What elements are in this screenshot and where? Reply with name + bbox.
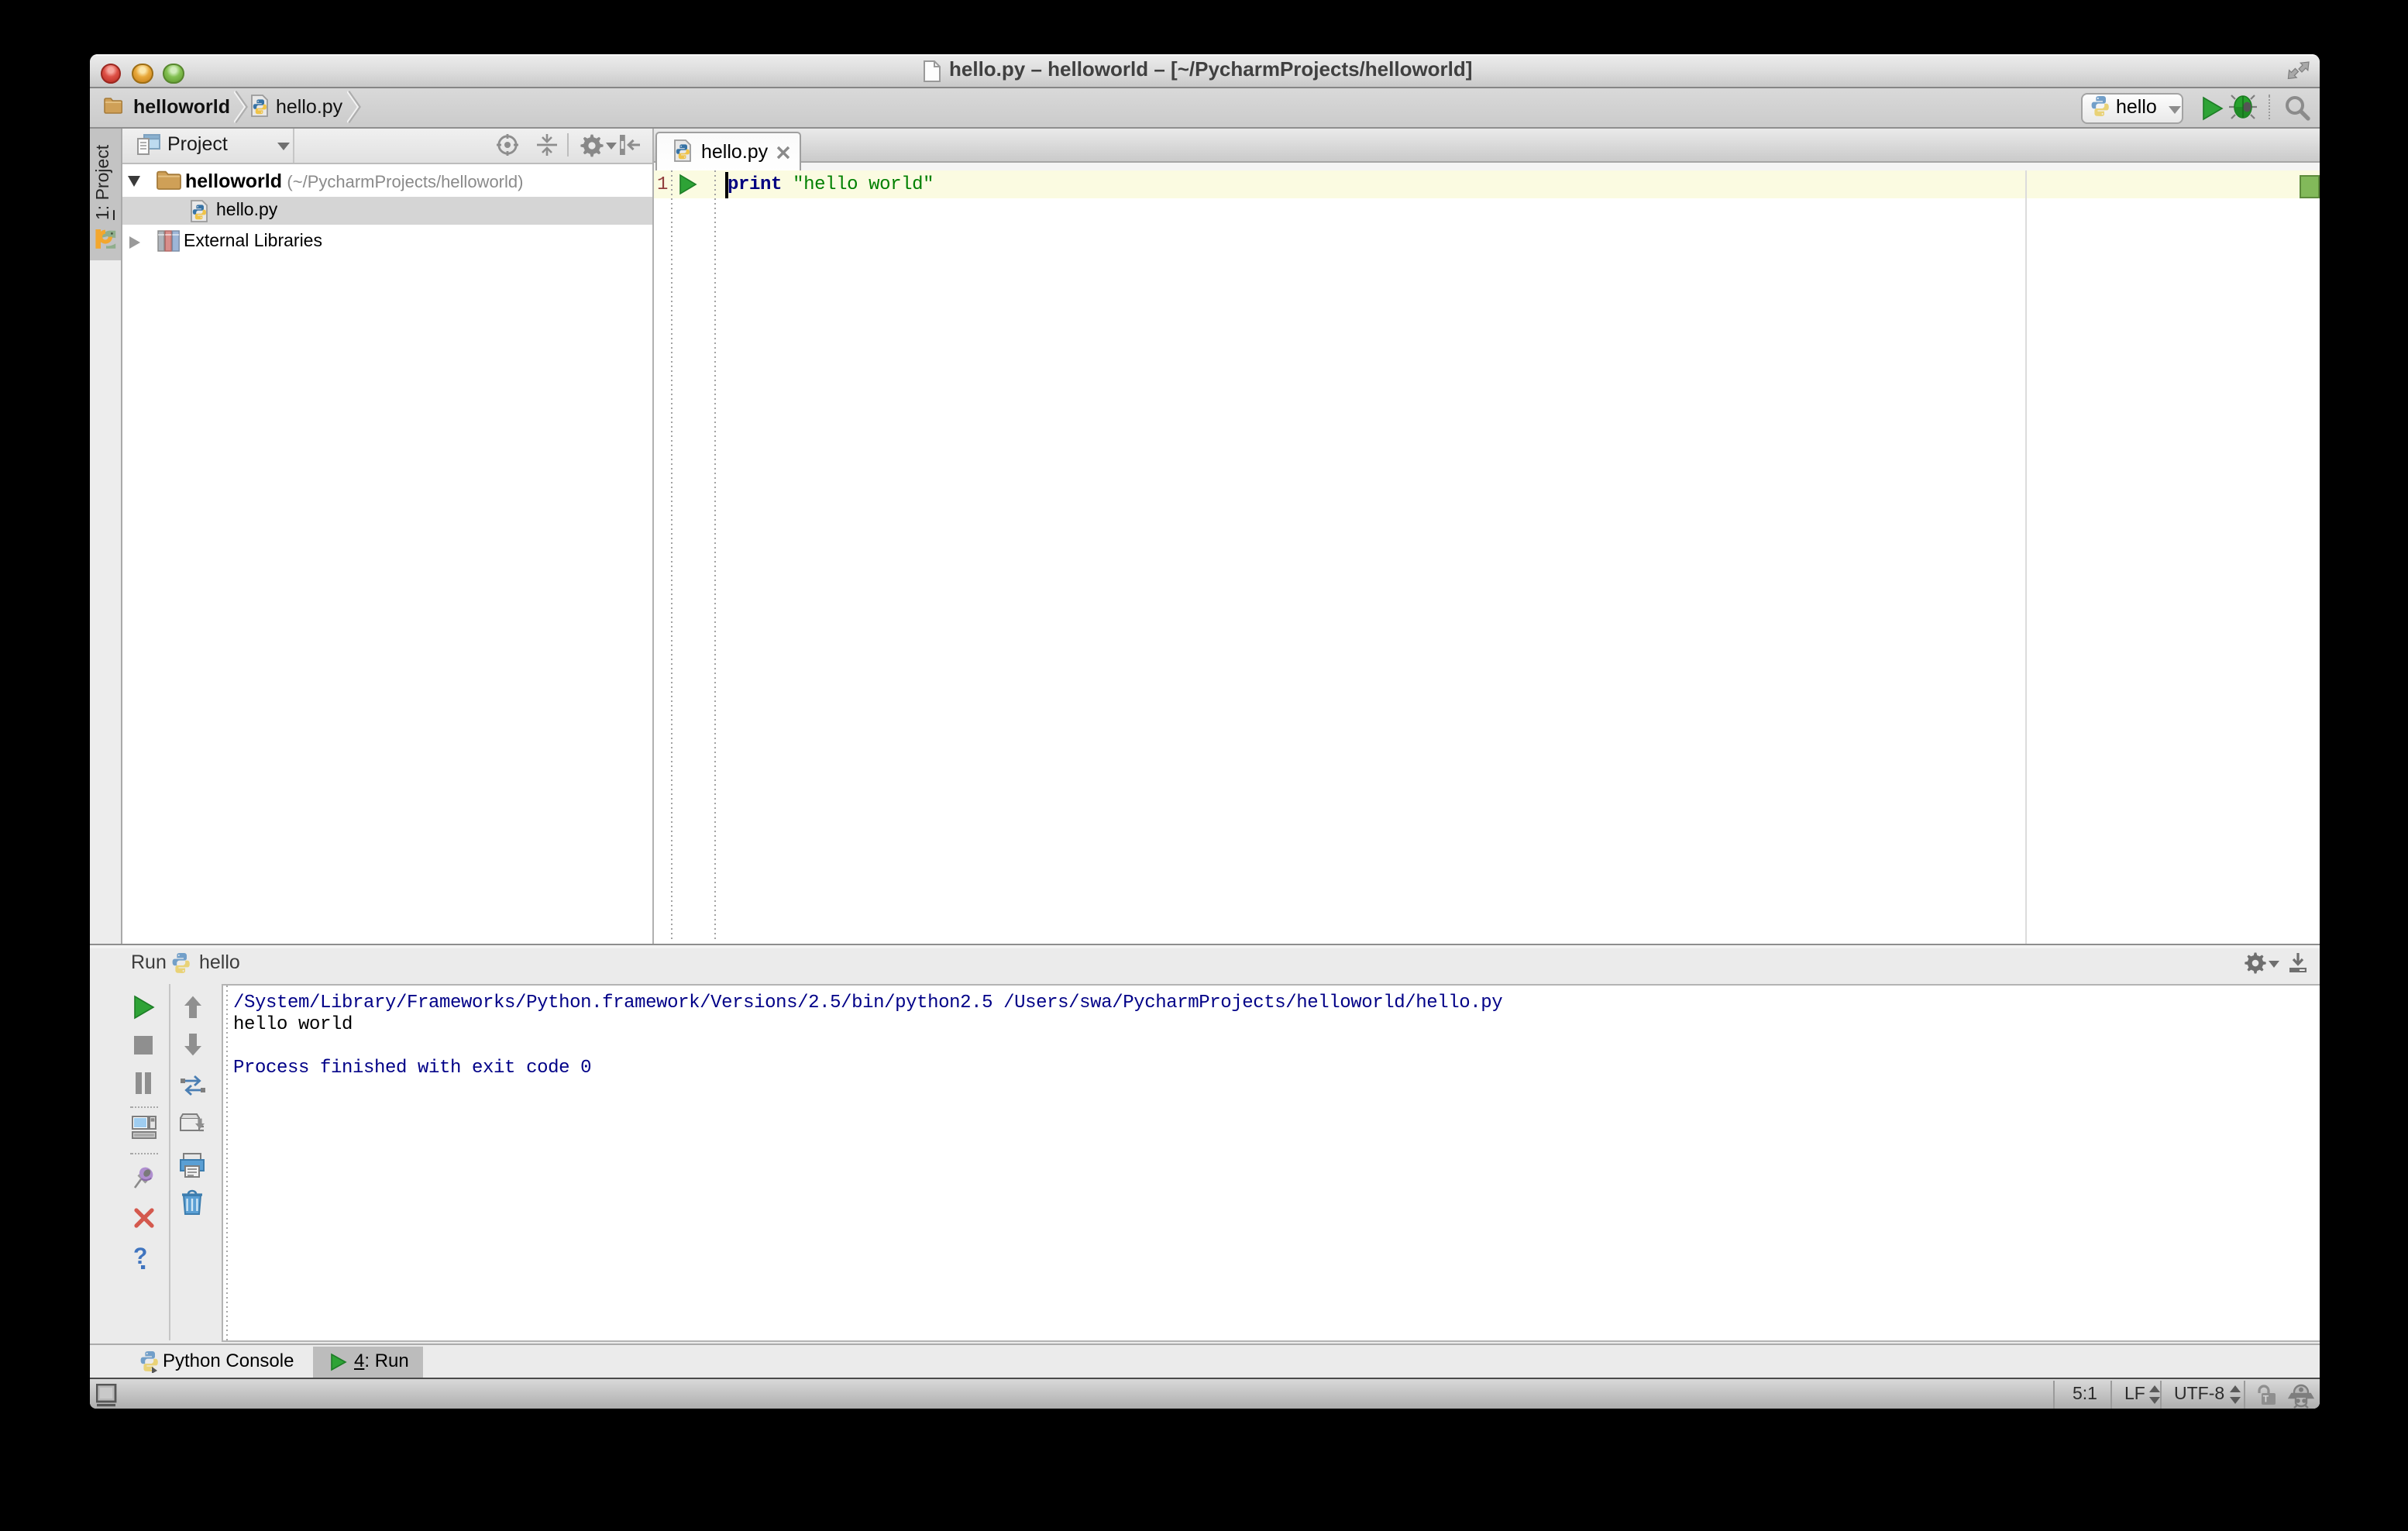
svg-text:T: T	[2262, 1394, 2269, 1405]
svg-text:?: ?	[133, 1244, 147, 1269]
